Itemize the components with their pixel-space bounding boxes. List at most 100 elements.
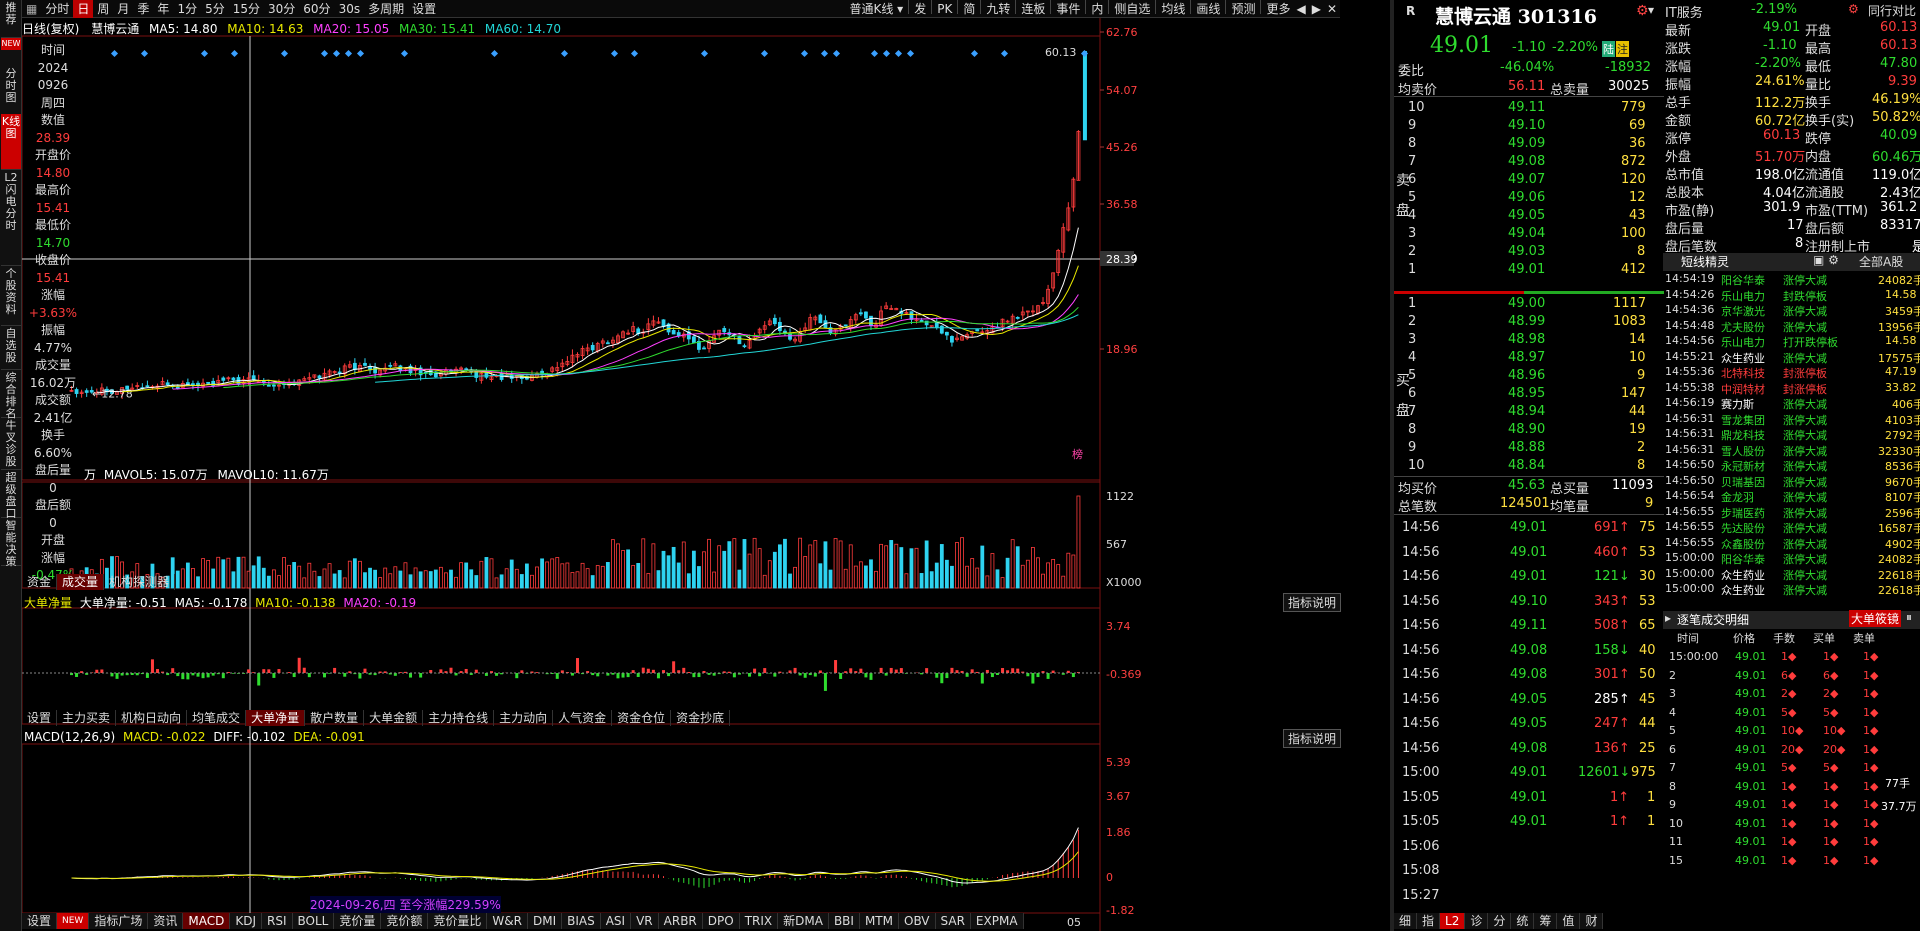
- period-tab-4[interactable]: 季: [133, 0, 153, 18]
- nav-fwd-icon[interactable]: ▶: [1309, 0, 1324, 18]
- tick-tab-5[interactable]: 统: [1511, 913, 1535, 929]
- indicator-tab-11[interactable]: 资金抄底: [671, 710, 731, 726]
- leftnav-item-9[interactable]: 智能决策: [1, 518, 21, 568]
- bottom-tab-13[interactable]: BIAS: [562, 913, 601, 929]
- bottom-tab-9[interactable]: 竞价额: [381, 913, 429, 929]
- tick-tab-1[interactable]: 指: [1417, 913, 1441, 929]
- leftnav-item-0[interactable]: 推荐: [1, 0, 21, 38]
- indicator-tab-2[interactable]: 机构日动向: [116, 710, 188, 726]
- tick-tab-6[interactable]: 筹: [1534, 913, 1558, 929]
- leftnav-item-8[interactable]: 超级盘口: [1, 470, 21, 520]
- bottom-tab-16[interactable]: ARBR: [659, 913, 703, 929]
- period-tab-2[interactable]: 周: [93, 0, 113, 18]
- bottom-tab-15[interactable]: VR: [631, 913, 659, 929]
- period-tab-13[interactable]: 设置: [408, 0, 440, 18]
- sector-pct: -2.19%: [1751, 2, 1797, 17]
- bottom-tab-19[interactable]: 新DMA: [778, 913, 829, 929]
- bottom-tab-2[interactable]: 指标广场: [89, 913, 149, 929]
- period-tab-1[interactable]: 日: [73, 0, 94, 18]
- bottom-tab-7[interactable]: BOLL: [293, 913, 335, 929]
- indicator-tab-5[interactable]: 散户数量: [305, 710, 365, 726]
- bottom-tab-18[interactable]: TRIX: [740, 913, 779, 929]
- period-tab-0[interactable]: 分时: [41, 0, 73, 18]
- toolbar-btn-0[interactable]: 普通K线 ▾: [846, 0, 906, 18]
- leftnav-item-6[interactable]: 综合排名: [1, 370, 21, 420]
- bignet-bar: [206, 673, 210, 678]
- indicator-tab-10[interactable]: 资金仓位: [612, 710, 672, 726]
- leftnav-item-5[interactable]: 自选股: [1, 326, 21, 370]
- indicator-tab-4[interactable]: 大单净量: [246, 710, 306, 726]
- bottom-tab-12[interactable]: DMI: [528, 913, 563, 929]
- period-tab-5[interactable]: 年: [153, 0, 173, 18]
- sprite-value: 22618手: [1878, 568, 1920, 582]
- bottom-tab-23[interactable]: SAR: [936, 913, 971, 929]
- stock-name: 慧博云通: [91, 22, 140, 36]
- bottom-tab-24[interactable]: EXPMA: [971, 913, 1024, 929]
- bottom-tab-21[interactable]: MTM: [860, 913, 899, 929]
- grid-icon[interactable]: ▦: [22, 0, 41, 18]
- tick-tab-8[interactable]: 财: [1580, 913, 1604, 929]
- bottom-tab-1[interactable]: NEW: [57, 913, 90, 929]
- indicator-tab-0[interactable]: 设置: [22, 710, 58, 726]
- toolbar-btn-7[interactable]: 内: [1088, 0, 1106, 18]
- tick-tab-0[interactable]: 细: [1394, 913, 1418, 929]
- period-tab-9[interactable]: 30分: [264, 0, 299, 18]
- period-tab-3[interactable]: 月: [113, 0, 133, 18]
- toolbar-btn-5[interactable]: 连板: [1018, 0, 1048, 18]
- leftnav-item-3[interactable]: L2闪电分时: [1, 170, 21, 266]
- period-tab-12[interactable]: 多周期: [364, 0, 408, 18]
- bottom-tab-3[interactable]: 资讯: [148, 913, 184, 929]
- vol-tab-2[interactable]: 机构探测器: [104, 574, 176, 590]
- vol-tab-1[interactable]: 成交量: [57, 574, 105, 590]
- indicator-tab-3[interactable]: 均笔成交: [187, 710, 247, 726]
- leftnav-item-7[interactable]: 牛叉诊股: [1, 418, 21, 470]
- candle-body: [484, 371, 489, 378]
- bottom-tab-4[interactable]: MACD: [183, 913, 231, 929]
- bottom-tab-8[interactable]: 竞价量: [334, 913, 382, 929]
- nav-back-icon[interactable]: ◀: [1293, 0, 1308, 18]
- tick-tab-7[interactable]: 值: [1557, 913, 1581, 929]
- tick-tab-4[interactable]: 分: [1488, 913, 1512, 929]
- bignet-help-button[interactable]: 指标说明: [1283, 593, 1342, 612]
- period-tab-11[interactable]: 30s: [335, 0, 365, 18]
- leftnav-item-4[interactable]: 个股资料: [1, 266, 21, 326]
- bottom-tab-10[interactable]: 竞价量比: [428, 913, 488, 929]
- vol-bar: [221, 559, 226, 589]
- indicator-tab-9[interactable]: 人气资金: [553, 710, 613, 726]
- macd-help-button[interactable]: 指标说明: [1283, 729, 1342, 748]
- toolbar-btn-10[interactable]: 画线: [1193, 0, 1223, 18]
- period-tab-6[interactable]: 1分: [173, 0, 201, 18]
- period-tab-10[interactable]: 60分: [299, 0, 334, 18]
- period-tab-7[interactable]: 5分: [201, 0, 229, 18]
- leftnav-item-2[interactable]: K线图: [1, 114, 21, 170]
- vol-bar: [1036, 557, 1040, 589]
- quote-text: 均笔量: [1550, 500, 1590, 515]
- toolbar-btn-8[interactable]: 侧自选: [1111, 0, 1153, 18]
- indicator-tab-6[interactable]: 大单金额: [364, 710, 424, 726]
- toolbar-btn-2[interactable]: PK: [934, 0, 955, 18]
- toolbar-btn-6[interactable]: 事件: [1053, 0, 1083, 18]
- toolbar-btn-3[interactable]: 简: [960, 0, 978, 18]
- bottom-tab-20[interactable]: BBI: [829, 913, 860, 929]
- indicator-tab-1[interactable]: 主力买卖: [57, 710, 117, 726]
- toolbar-btn-11[interactable]: 预测: [1228, 0, 1258, 18]
- bottom-tab-6[interactable]: RSI: [262, 913, 293, 929]
- toolbar-btn-12[interactable]: 更多: [1263, 0, 1293, 18]
- period-tab-8[interactable]: 15分: [229, 0, 264, 18]
- close-icon[interactable]: ✕: [1324, 0, 1340, 18]
- indicator-tab-7[interactable]: 主力持仓线: [423, 710, 495, 726]
- vol-tab-0[interactable]: 资金: [22, 574, 58, 590]
- tick-tab-3[interactable]: 诊: [1465, 913, 1489, 929]
- tick-tab-2[interactable]: L2: [1440, 913, 1466, 929]
- toolbar-btn-9[interactable]: 均线: [1158, 0, 1188, 18]
- bottom-tab-11[interactable]: W&R: [487, 913, 528, 929]
- bottom-tab-5[interactable]: KDJ: [230, 913, 263, 929]
- bottom-tab-17[interactable]: DPO: [703, 913, 740, 929]
- bottom-tab-0[interactable]: 设置: [22, 913, 58, 929]
- tick-price: 49.01: [1510, 765, 1548, 780]
- toolbar-btn-4[interactable]: 九转: [983, 0, 1013, 18]
- indicator-tab-8[interactable]: 主力动向: [494, 710, 554, 726]
- bottom-tab-14[interactable]: ASI: [601, 913, 632, 929]
- toolbar-btn-1[interactable]: 发: [911, 0, 929, 18]
- bottom-tab-22[interactable]: OBV: [899, 913, 936, 929]
